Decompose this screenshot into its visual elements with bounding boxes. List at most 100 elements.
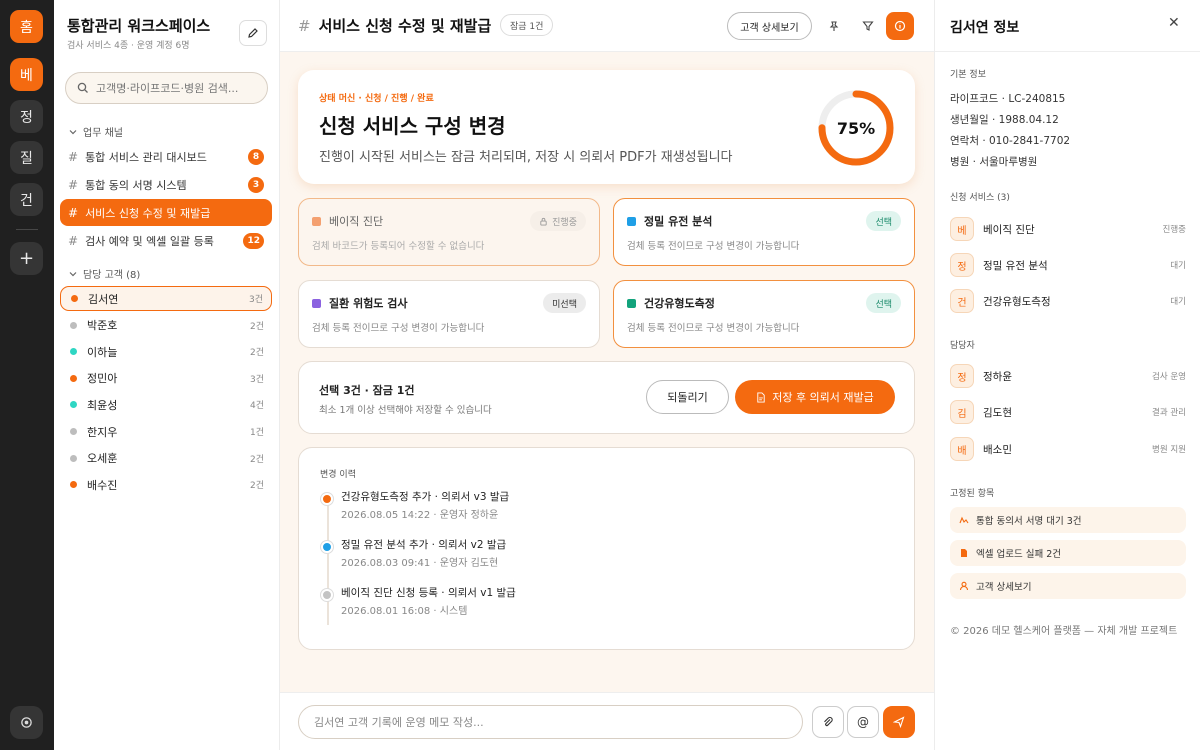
hash-icon: # [68,149,79,164]
customer-name: 박준호 [87,319,118,333]
applied-service-item[interactable]: 건 건강유형도측정 대기 [950,288,1186,314]
progress-ring: 75% [816,88,896,168]
service-card-precision[interactable]: 정밀 유전 분석 선택 검체 등록 전이므로 구성 변경이 가능합니다 [613,198,915,266]
action-bar: 선택 3건 · 잠금 1건 최소 1개 이상 선택해야 저장할 수 있습니다 되… [298,361,915,434]
avatar: 건 [950,289,974,313]
customer-item[interactable]: 박준호 2건 [60,313,272,338]
service-color-swatch [627,217,636,226]
customers-section-label: 담당 고객 (8) [83,270,141,281]
service-status: 진행중 [1162,225,1186,235]
filter-icon[interactable] [854,12,882,40]
search-input[interactable]: 고객명·라이프코드·병원 검색... [65,72,268,104]
compose-button[interactable] [239,20,267,46]
customer-item[interactable]: 김서연 3건 [60,286,272,311]
pinned-label: 고정된 항목 [950,489,995,499]
channel-count-badge: 8 [248,148,264,165]
history-event-title: 건강유형도측정 추가 · 의뢰서 v3 발급 [341,491,510,503]
service-name: 정밀 유전 분석 [983,259,1048,272]
manager-item[interactable]: 정 정하윤 검사 운영 [950,363,1186,389]
manager-name: 정하윤 [983,370,1012,383]
service-status: 대기 [1170,297,1186,307]
rail-item-health[interactable]: 건 [10,183,43,216]
birthdate-field: 생년월일 · 1988.04.12 [950,114,1059,126]
revert-button[interactable]: 되돌리기 [646,380,729,414]
hash-icon: # [68,177,79,192]
status-badge-label: 진행중 [552,217,577,228]
search-placeholder: 고객명·라이프코드·병원 검색... [96,82,239,95]
history-event-meta: 2026.08.05 14:22 · 운영자 정하윤 [341,510,499,521]
customer-count: 2건 [249,321,264,332]
customer-name: 배수진 [87,478,118,492]
send-icon[interactable] [883,706,915,738]
service-name: 정밀 유전 분석 [644,215,713,228]
avatar: 김 [950,400,974,424]
selection-hint: 최소 1개 이상 선택해야 저장할 수 있습니다 [319,405,492,416]
hash-icon: # [68,205,79,220]
applied-service-item[interactable]: 베 베이직 진단 진행중 [950,216,1186,242]
pinned-item[interactable]: 엑셀 업로드 실패 2건 [950,540,1186,566]
customer-item[interactable]: 한지우 1건 [60,419,272,444]
customers-section-toggle[interactable]: 담당 고객 (8) [69,266,140,281]
customer-name: 한지우 [87,425,118,439]
applied-services-label: 신청 서비스 (3) [950,193,1010,203]
channel-booking[interactable]: # 검사 예약 및 엑셀 일괄 등록 12 [60,227,272,254]
info-icon[interactable] [886,12,914,40]
pin-icon[interactable] [820,12,848,40]
sidebar: 통합관리 워크스페이스 검사 서비스 4종 · 운영 계정 6명 고객명·라이프… [54,0,280,750]
channel-consent[interactable]: # 통합 동의 서명 시스템 3 [60,171,272,198]
pinned-item-label: 통합 동의서 서명 대기 3건 [976,516,1082,527]
channel-label: 서비스 신청 수정 및 재발급 [85,206,211,220]
close-icon[interactable]: ✕ [1168,15,1180,31]
manager-role: 결과 관리 [1152,408,1186,418]
status-dot [70,428,77,435]
manager-item[interactable]: 배 배소민 병원 지원 [950,436,1186,462]
timeline-dot [321,589,333,601]
search-icon [77,82,88,93]
lock-icon [540,217,547,226]
attach-icon[interactable] [812,706,844,738]
pinned-item[interactable]: 통합 동의서 서명 대기 3건 [950,507,1186,533]
add-workspace-button[interactable]: + [10,242,43,275]
customer-item[interactable]: 정민아 3건 [60,366,272,391]
customer-info-panel: 김서연 정보 ✕ 기본 정보 라이프코드 · LC-240815 생년월일 · … [934,0,1200,750]
rail-item-precision[interactable]: 정 [10,100,43,133]
channel-dashboard[interactable]: # 통합 서비스 관리 대시보드 8 [60,143,272,170]
app-logo[interactable]: 홈 [10,10,43,43]
channel-count-badge: 3 [248,176,264,193]
avatar: 베 [950,217,974,241]
service-description: 검체 등록 전이므로 구성 변경이 가능합니다 [312,323,485,334]
status-badge: 선택 [866,293,901,313]
customer-count: 2건 [249,481,264,492]
chevron-down-icon [69,271,77,276]
settings-icon[interactable] [10,706,43,739]
lock-count-badge: 잠금 1건 [500,14,554,36]
customer-item[interactable]: 배수진 2건 [60,472,272,497]
file-icon [961,549,967,557]
service-card-health[interactable]: 건강유형도측정 선택 검체 등록 전이므로 구성 변경이 가능합니다 [613,280,915,348]
customer-count: 4건 [249,401,264,412]
pinned-item-label: 엑셀 업로드 실패 2건 [976,549,1062,560]
manager-item[interactable]: 김 김도현 결과 관리 [950,399,1186,425]
pinned-item[interactable]: 고객 상세보기 [950,573,1186,599]
customer-item[interactable]: 최윤성 4건 [60,392,272,417]
service-name: 베이직 진단 [329,215,384,228]
phone-field: 연락처 · 010-2841-7702 [950,135,1071,147]
save-reissue-button[interactable]: 저장 후 의뢰서 재발급 [735,380,895,414]
channel-service-edit[interactable]: # 서비스 신청 수정 및 재발급 [60,199,272,226]
applied-service-item[interactable]: 정 정밀 유전 분석 대기 [950,252,1186,278]
customer-item[interactable]: 오세훈 2건 [60,446,272,471]
memo-input[interactable]: 김서연 고객 기록에 운영 메모 작성... [298,705,803,739]
customer-count: 3건 [249,374,264,385]
customer-detail-button[interactable]: 고객 상세보기 [727,12,812,40]
chevron-down-icon [69,129,77,134]
channels-section-toggle[interactable]: 업무 채널 [69,124,123,139]
service-description: 검체 바코드가 등록되어 수정할 수 없습니다 [312,241,485,252]
rail-item-basic[interactable]: 베 [10,58,43,91]
rail-item-disease[interactable]: 질 [10,141,43,174]
mention-icon[interactable]: @ [847,706,879,738]
service-card-basic: 베이직 진단 진행중 검체 바코드가 등록되어 수정할 수 없습니다 [298,198,600,266]
manager-role: 검사 운영 [1152,372,1186,382]
customer-count: 3건 [248,295,263,305]
customer-item[interactable]: 이하늘 2건 [60,339,272,364]
service-card-disease[interactable]: 질환 위험도 검사 미선택 검체 등록 전이므로 구성 변경이 가능합니다 [298,280,600,348]
